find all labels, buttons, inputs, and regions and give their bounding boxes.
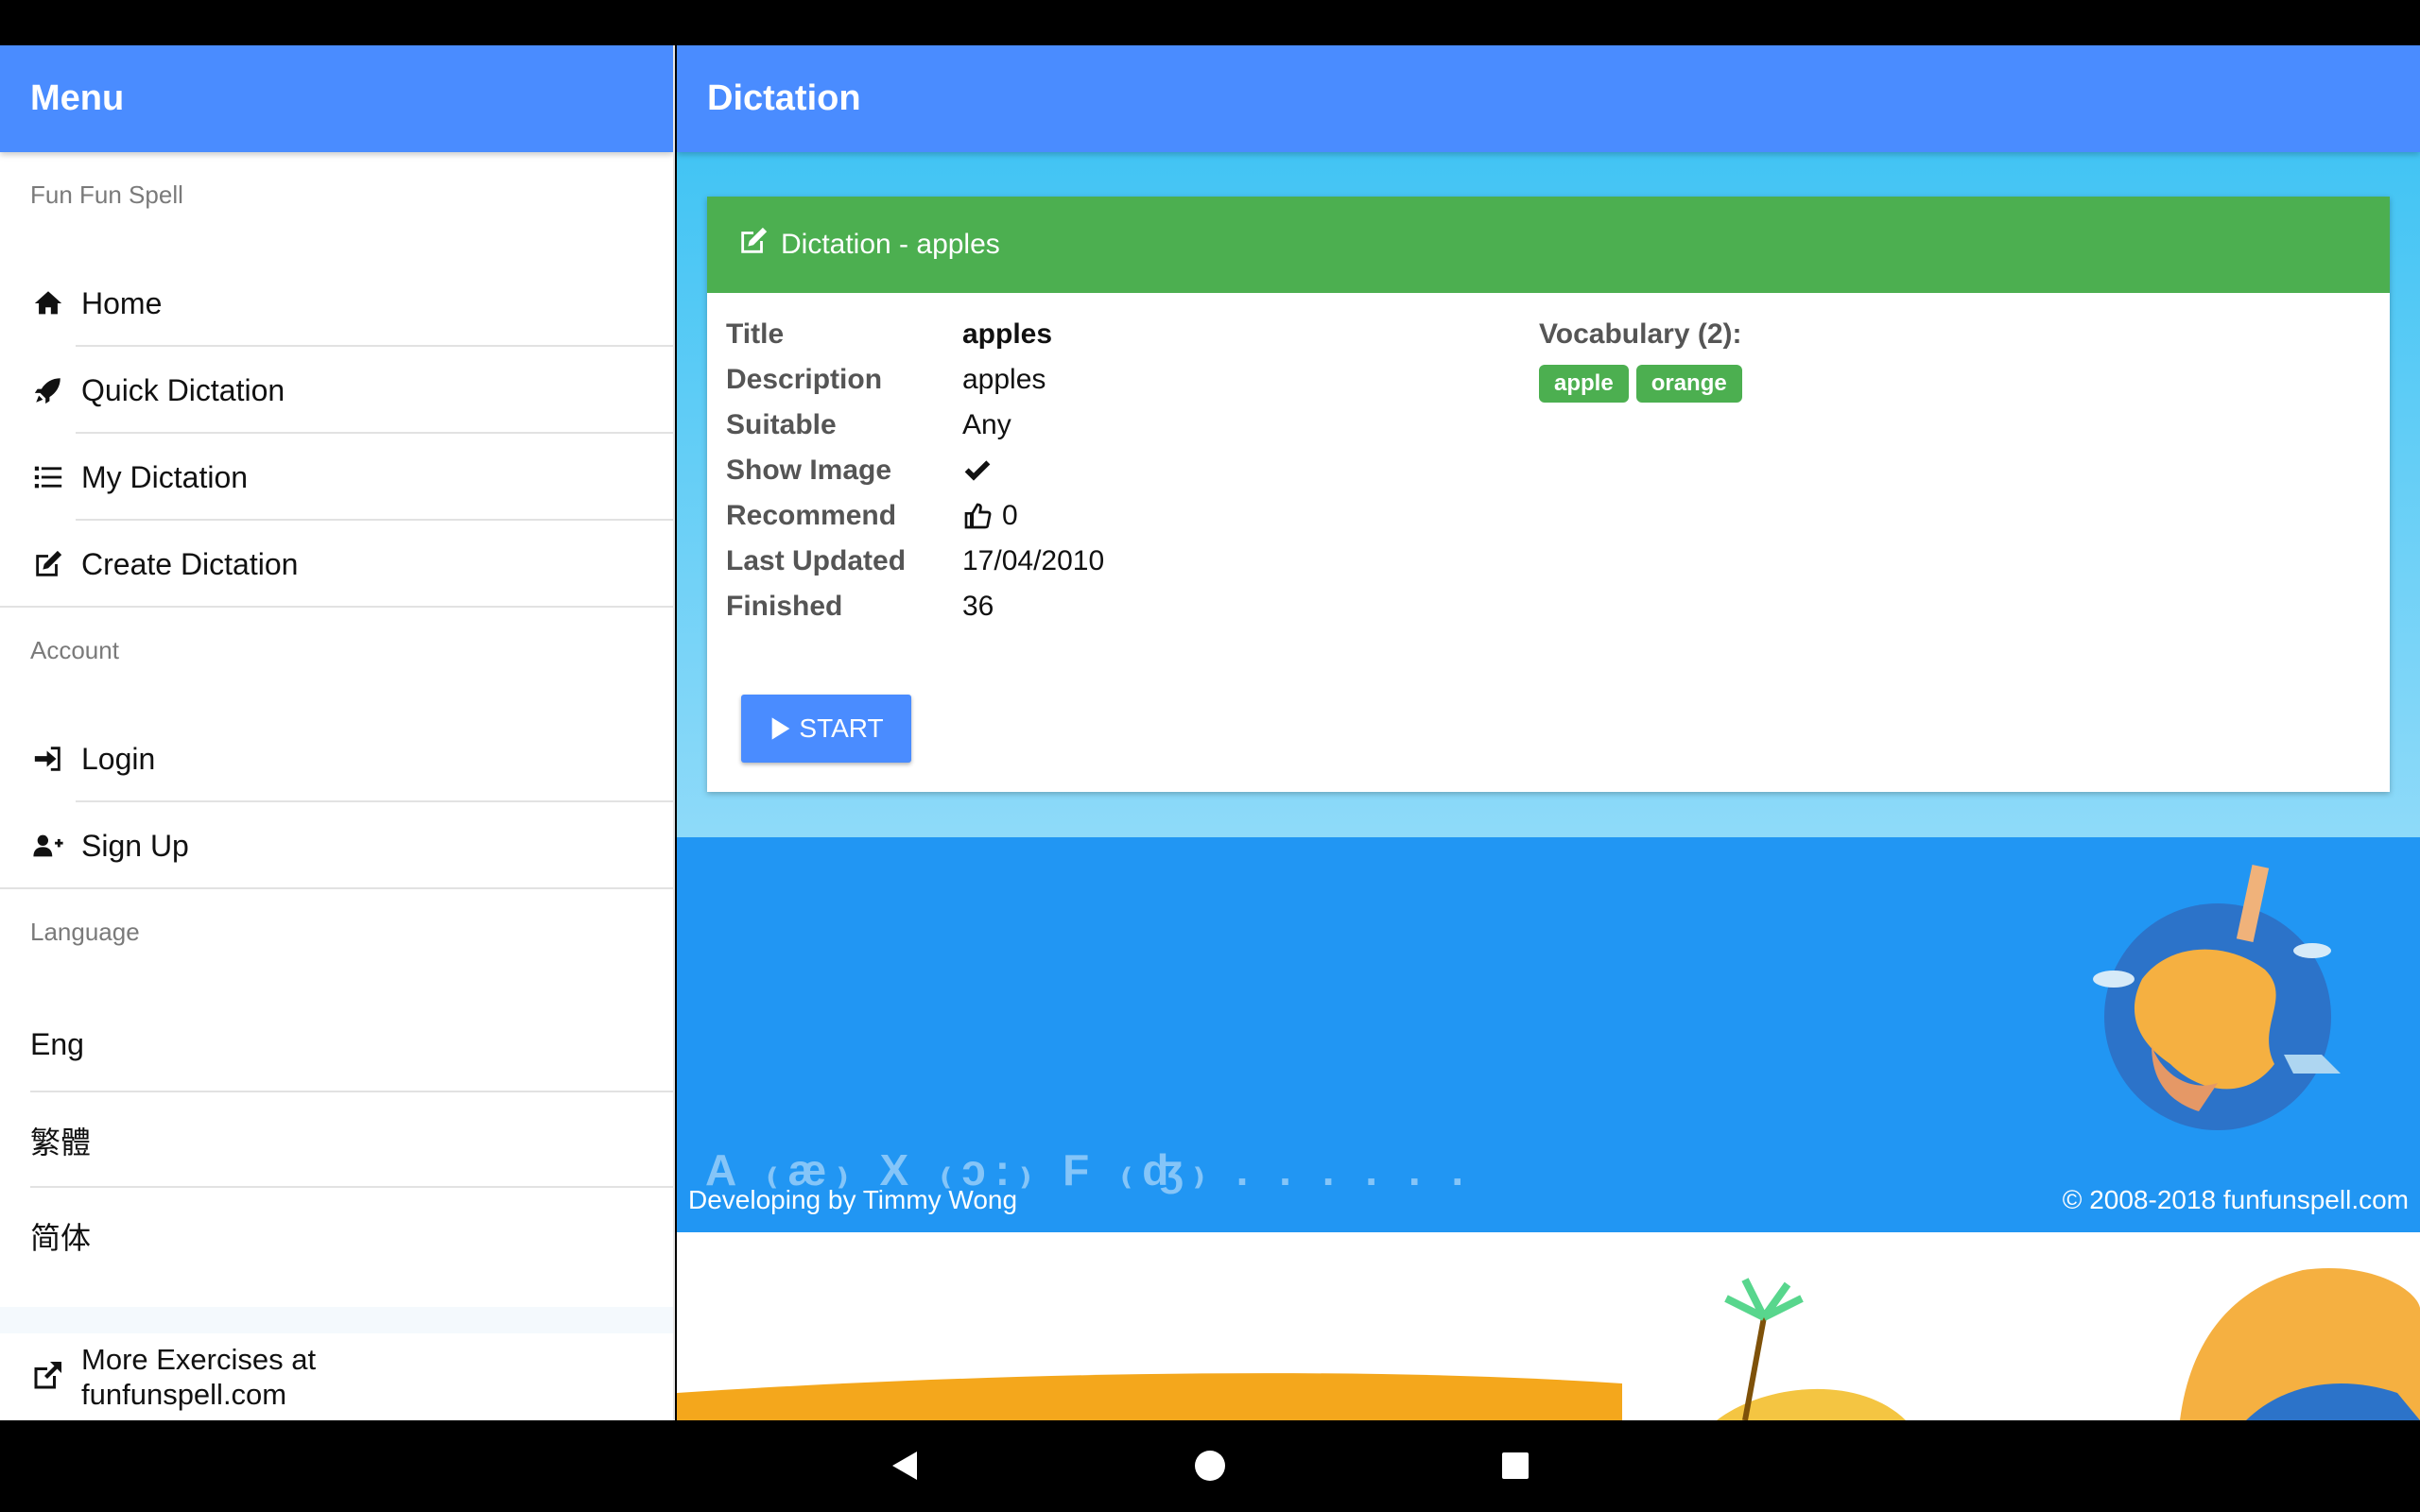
sidebar-item-label: Sign Up — [81, 828, 189, 863]
rocket-icon — [30, 372, 66, 408]
detail-value-title: apples — [962, 318, 1053, 350]
user-plus-icon — [30, 828, 66, 864]
android-nav-bar — [0, 1420, 2420, 1512]
start-label: START — [799, 713, 884, 743]
recent-apps-button[interactable] — [1496, 1447, 1534, 1485]
detail-row-recommend: Recommend 0 — [726, 493, 1104, 539]
card-title: Dictation - apples — [781, 229, 1000, 260]
vocab-tag[interactable]: apple — [1539, 365, 1629, 403]
more-exercises-line2: funfunspell.com — [81, 1378, 287, 1411]
detail-label: Last Updated — [726, 545, 907, 576]
vocabulary-section: Vocabulary (2): apple orange — [1539, 312, 1750, 403]
sidebar-item-login[interactable]: Login — [0, 715, 673, 802]
detail-value-finished: 36 — [962, 591, 994, 622]
edit-icon — [30, 546, 66, 582]
back-button[interactable] — [886, 1447, 924, 1485]
check-icon — [964, 460, 991, 481]
play-icon — [772, 717, 790, 740]
sidebar-item-label: My Dictation — [81, 459, 249, 494]
copyright: © 2008-2018 funfunspell.com — [2062, 1185, 2409, 1214]
more-exercises-line1: More Exercises at — [81, 1343, 317, 1376]
detail-label: Recommend — [726, 500, 897, 531]
home-icon — [30, 285, 66, 321]
language-option-eng[interactable]: Eng — [0, 997, 673, 1092]
sidebar-item-quick-dictation[interactable]: Quick Dictation — [0, 347, 673, 434]
sidebar-item-create-dictation[interactable]: Create Dictation — [0, 521, 673, 608]
globe-illustration — [2093, 865, 2341, 1130]
site-footer: A ₍æ₎ X ₍ɔ:₎ F ₍ʤ₎ . . . . . . Developin… — [677, 837, 2420, 1232]
detail-label: Suitable — [726, 409, 837, 440]
developer-credit: Developing by Timmy Wong — [688, 1185, 1018, 1214]
detail-label: Description — [726, 364, 883, 395]
sidebar-title: Menu — [0, 45, 673, 152]
sidebar-item-label: Home — [81, 285, 163, 320]
sidebar-item-home[interactable]: Home — [0, 260, 673, 347]
card-header: Dictation - apples — [707, 197, 2390, 293]
language-section-label: Language — [30, 918, 140, 946]
more-exercises-link[interactable]: More Exercises at funfunspell.com — [0, 1307, 673, 1420]
detail-row-finished: Finished 36 — [726, 584, 1104, 629]
detail-label: Title — [726, 318, 785, 350]
external-link-icon — [30, 1359, 66, 1395]
main-content: Dictation Dictation - apples Title apple… — [677, 45, 2420, 1420]
detail-label: Show Image — [726, 455, 892, 486]
detail-row-last-updated: Last Updated 17/04/2010 — [726, 539, 1104, 584]
dictation-details: Title apples Description apples Suitable… — [726, 312, 1104, 629]
sign-in-icon — [30, 741, 66, 777]
vocabulary-title: Vocabulary (2): — [1539, 318, 1742, 350]
beach-scene — [677, 1268, 2420, 1420]
brand-label: Fun Fun Spell — [30, 180, 183, 209]
detail-value-suitable: Any — [962, 409, 1011, 440]
account-section-label: Account — [30, 636, 119, 664]
detail-row-show-image: Show Image — [726, 448, 1104, 493]
recommend-count: 0 — [1002, 500, 1018, 531]
language-option-simplified[interactable]: 简体 — [0, 1188, 673, 1283]
language-option-traditional[interactable]: 繁體 — [0, 1092, 673, 1188]
sidebar-item-label: Create Dictation — [81, 546, 299, 581]
detail-value-description: apples — [962, 364, 1046, 395]
sidebar-drawer: Menu Fun Fun Spell Home Quick Dictation … — [0, 45, 675, 1420]
beach-illustration — [677, 1232, 2420, 1420]
sidebar-item-my-dictation[interactable]: My Dictation — [0, 434, 673, 521]
list-icon — [30, 459, 66, 495]
edit-icon — [737, 225, 781, 265]
start-button[interactable]: START — [741, 695, 911, 763]
sidebar-item-label: Login — [81, 741, 156, 776]
detail-row-suitable: Suitable Any — [726, 403, 1104, 448]
detail-value-recommend: 0 — [962, 500, 1018, 532]
vocab-tag[interactable]: orange — [1635, 365, 1742, 403]
page-title: Dictation — [677, 45, 2420, 152]
home-circle-icon — [1195, 1451, 1225, 1481]
sidebar-item-label: Quick Dictation — [81, 372, 285, 407]
detail-value-last-updated: 17/04/2010 — [962, 545, 1105, 576]
detail-row-title: Title apples — [726, 312, 1104, 357]
sidebar-item-sign-up[interactable]: Sign Up — [0, 802, 673, 889]
detail-row-description: Description apples — [726, 357, 1104, 403]
back-triangle-icon — [892, 1452, 917, 1480]
thumbs-up-icon — [964, 503, 992, 529]
detail-value-show-image — [962, 455, 1002, 486]
recent-square-icon — [1502, 1452, 1529, 1479]
status-bar — [0, 0, 2420, 45]
dictation-card: Dictation - apples Title apples Descript… — [707, 197, 2390, 792]
home-nav-button[interactable] — [1191, 1447, 1229, 1485]
detail-label: Finished — [726, 591, 843, 622]
vocabulary-tags: apple orange — [1539, 365, 1750, 403]
